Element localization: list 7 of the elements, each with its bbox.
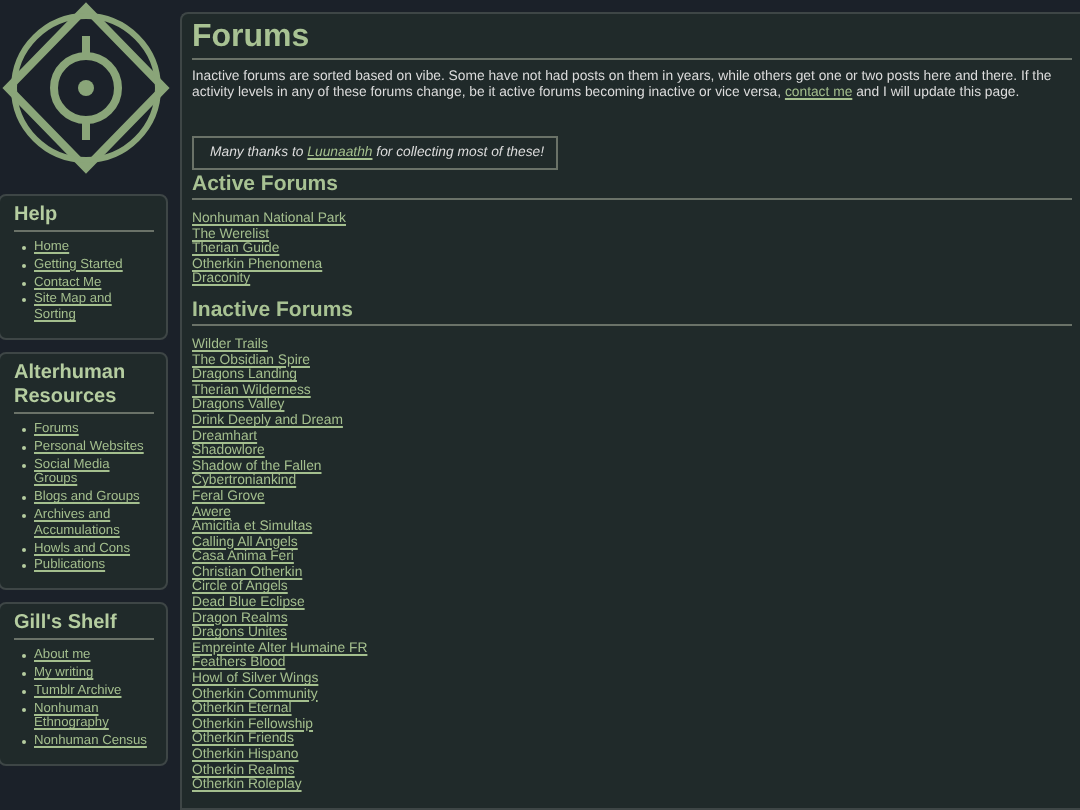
page-title: Forums <box>192 18 1072 60</box>
section-heading: Active Forums <box>192 172 1072 200</box>
panel-title: Gill's Shelf <box>14 612 154 641</box>
logo-icon <box>0 0 172 176</box>
panel-title: Help <box>14 204 154 232</box>
panel-title: Alterhuman Resources <box>14 361 154 414</box>
section-heading: Inactive Forums <box>192 297 1072 326</box>
